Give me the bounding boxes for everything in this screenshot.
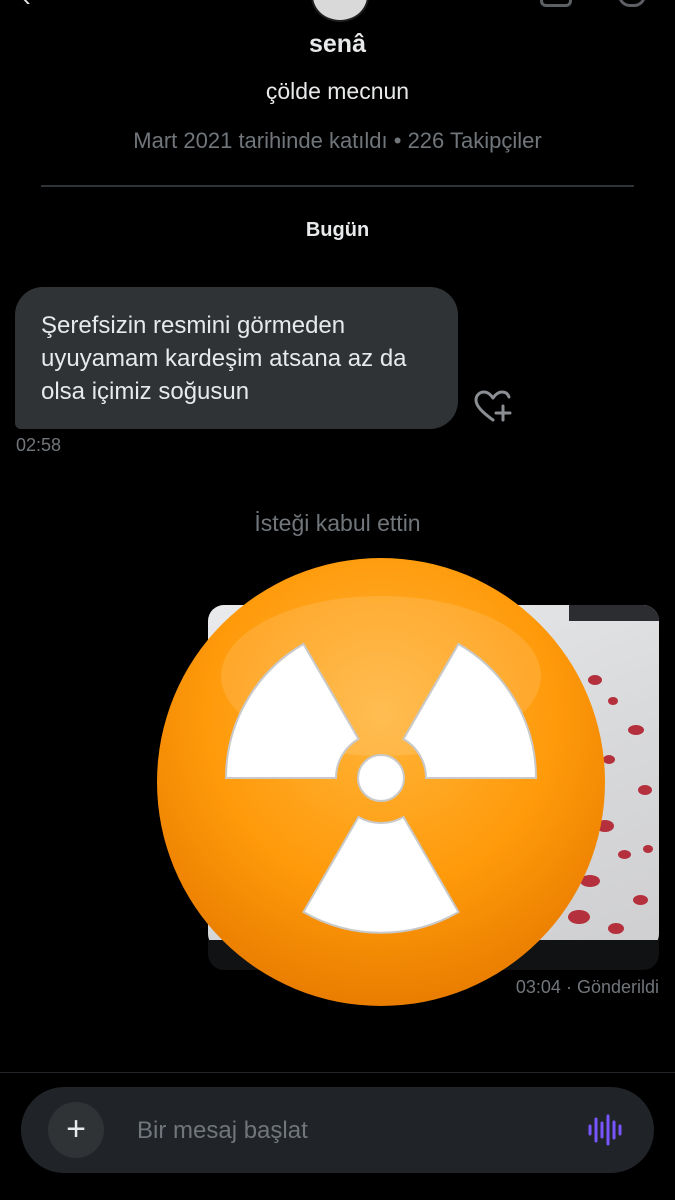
image-speck <box>618 850 631 859</box>
composer-divider <box>0 1072 675 1073</box>
back-arrow-icon[interactable]: ‹ <box>22 0 44 10</box>
profile-meta: Mart 2021 tarihinde katıldı • 226 Takipç… <box>133 128 542 153</box>
image-speck <box>608 923 624 934</box>
voice-wave-icon[interactable] <box>587 1113 623 1147</box>
sent-message-time: 03:04 <box>515 977 561 997</box>
add-media-button[interactable]: + <box>48 1102 104 1158</box>
dm-screen: ‹ senâ çölde mecnun Mart 2021 tarihinde … <box>0 0 675 1200</box>
sent-message-status: · Gönderildi <box>565 977 659 997</box>
profile-bio: çölde mecnun <box>265 78 410 104</box>
sent-message-meta: 03:04 · Gönderildi <box>516 977 659 998</box>
image-speck <box>628 725 644 735</box>
profile-name[interactable]: senâ <box>0 30 675 59</box>
image-speck <box>643 845 653 853</box>
info-icon[interactable] <box>540 0 572 7</box>
message-input[interactable] <box>135 1087 569 1175</box>
day-separator: Bugün <box>305 219 370 241</box>
radioactive-emoji-icon <box>157 558 605 1006</box>
request-accepted-note: İsteği kabul ettin <box>254 510 421 536</box>
heart-plus-icon[interactable] <box>474 390 514 424</box>
message-composer: + <box>21 1087 654 1175</box>
received-message-time: 02:58 <box>16 435 62 455</box>
divider <box>41 185 634 187</box>
settings-icon[interactable] <box>618 0 646 7</box>
received-message-bubble[interactable]: Şerefsizin resmini görmeden uyuyamam kar… <box>15 287 458 429</box>
image-speck <box>633 895 648 905</box>
avatar[interactable] <box>311 0 369 22</box>
image-speck <box>638 785 652 795</box>
image-speck <box>608 697 618 705</box>
